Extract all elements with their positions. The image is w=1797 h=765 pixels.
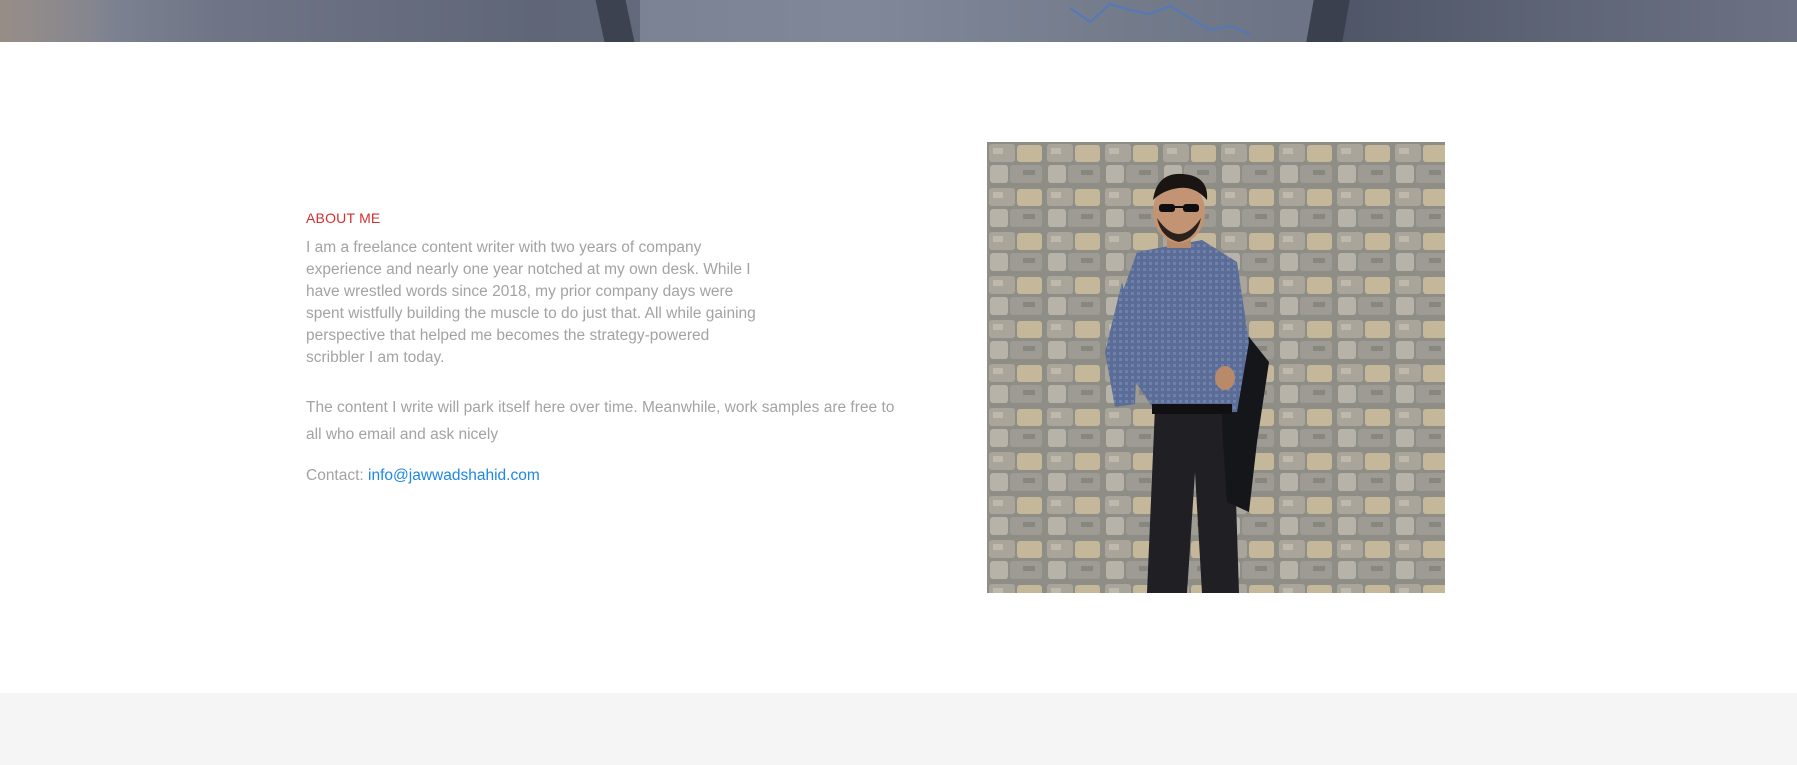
portrait-photo xyxy=(987,142,1445,593)
footer-strip xyxy=(0,693,1797,765)
about-paragraph-samples: The content I write will park itself her… xyxy=(306,399,895,443)
contact-label: Contact: xyxy=(306,467,364,484)
hero-banner-warm-tone xyxy=(0,0,120,42)
about-paragraph-intro: I am a freelance content writer with two… xyxy=(306,239,756,366)
contact-line: Contact: info@jawwadshahid.com xyxy=(306,465,906,487)
contact-email-link[interactable]: info@jawwadshahid.com xyxy=(368,467,540,484)
hero-banner-chart-graphic xyxy=(1069,2,1251,35)
portrait-photo-image xyxy=(987,142,1445,593)
hero-banner-laptop-edge-right xyxy=(1306,0,1350,42)
hero-banner-strip xyxy=(0,0,1797,42)
about-text-block: ABOUT ME I am a freelance content writer… xyxy=(306,210,906,487)
about-heading: ABOUT ME xyxy=(306,210,381,226)
about-section: ABOUT ME I am a freelance content writer… xyxy=(0,42,1797,693)
page: ABOUT ME I am a freelance content writer… xyxy=(0,0,1797,765)
hero-banner-laptop-edge xyxy=(595,0,635,42)
